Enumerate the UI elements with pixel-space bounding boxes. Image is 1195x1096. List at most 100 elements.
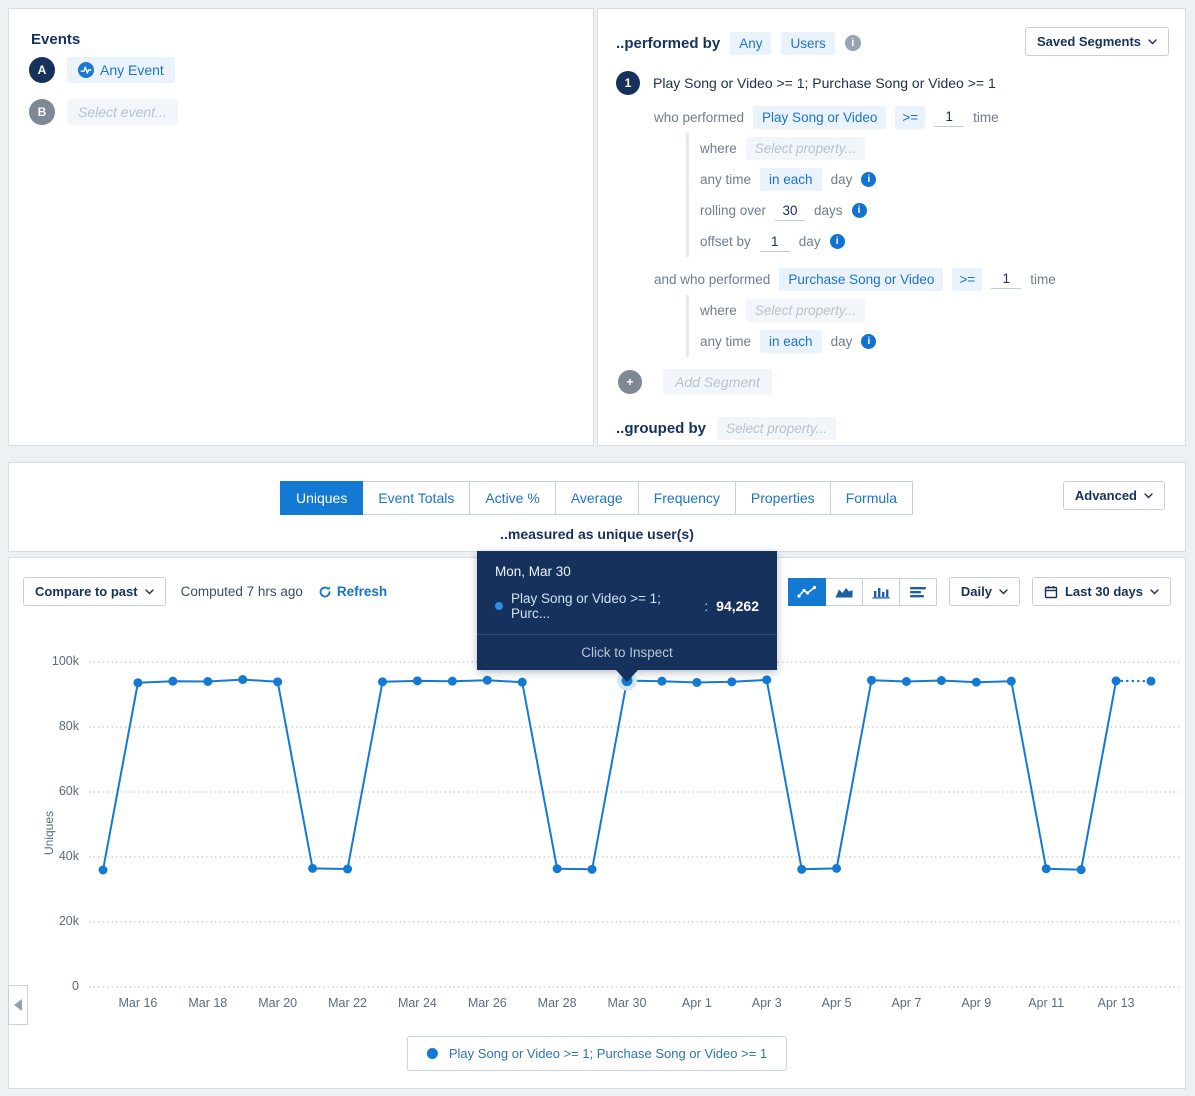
tooltip-series-dot [495, 602, 503, 610]
who-performed-count-input[interactable]: 1 [934, 107, 964, 127]
where-property-selector-2[interactable]: Select property... [746, 299, 865, 322]
who-performed-label: who performed [654, 110, 744, 125]
chart-tooltip: Mon, Mar 30 Play Song or Video >= 1; Pur… [477, 551, 777, 670]
x-tick-label: Apr 1 [662, 996, 732, 1010]
tab-properties[interactable]: Properties [735, 481, 831, 515]
rolling-over-input[interactable]: 30 [775, 201, 805, 221]
and-who-performed-operator-chip[interactable]: >= [952, 268, 982, 291]
data-point[interactable] [273, 677, 282, 686]
x-tick-label: Apr 7 [871, 996, 941, 1010]
who-performed-operator-chip[interactable]: >= [895, 106, 925, 129]
compare-to-past-button[interactable]: Compare to past [23, 577, 166, 606]
data-point[interactable] [797, 865, 806, 874]
performed-by-label: ..performed by [616, 35, 720, 52]
line-chart [89, 646, 1179, 996]
any-time-label-2: any time [700, 334, 751, 349]
grouped-by-property-selector[interactable]: Select property... [717, 417, 836, 440]
segment-users-selector[interactable]: Users [781, 32, 834, 55]
tab-active[interactable]: Active % [469, 481, 555, 515]
segment-title: Play Song or Video >= 1; Purchase Song o… [653, 75, 996, 91]
data-point[interactable] [972, 678, 981, 687]
data-point[interactable] [308, 864, 317, 873]
grouped-by-row: ..grouped by Select property... [616, 417, 1167, 440]
tab-average[interactable]: Average [555, 481, 639, 515]
data-point[interactable] [99, 866, 108, 875]
data-point[interactable] [832, 864, 841, 873]
bar-chart-icon [871, 585, 891, 599]
tab-uniques[interactable]: Uniques [280, 481, 363, 515]
any-time-info-icon-2[interactable]: i [861, 334, 876, 349]
tab-event-totals[interactable]: Event Totals [362, 481, 470, 515]
data-point[interactable] [1112, 676, 1121, 685]
clause2-subrows: where Select property... any time in eac… [686, 295, 1167, 357]
data-point[interactable] [937, 676, 946, 685]
x-tick-label: Apr 11 [1011, 996, 1081, 1010]
in-each-selector-2[interactable]: in each [760, 330, 822, 353]
data-point[interactable] [1147, 677, 1156, 686]
offset-by-input[interactable]: 1 [760, 232, 790, 252]
tooltip-inspect-button[interactable]: Click to Inspect [477, 634, 777, 670]
who-performed-event-chip[interactable]: Play Song or Video [753, 106, 886, 129]
data-point[interactable] [902, 677, 911, 686]
data-point[interactable] [343, 865, 352, 874]
offset-by-info-icon[interactable]: i [830, 234, 845, 249]
data-point[interactable] [1042, 864, 1051, 873]
data-point[interactable] [1077, 865, 1086, 874]
data-point[interactable] [727, 677, 736, 686]
tooltip-value: 94,262 [716, 598, 759, 614]
in-each-selector-1[interactable]: in each [760, 168, 822, 191]
event-selector-b[interactable]: Select event... [67, 99, 178, 125]
data-point[interactable] [588, 865, 597, 874]
computed-timestamp: Computed 7 hrs ago [181, 584, 303, 599]
add-segment-plus-icon[interactable]: + [618, 370, 642, 394]
refresh-button[interactable]: Refresh [318, 584, 387, 599]
data-point[interactable] [238, 675, 247, 684]
y-tick-label: 60k [33, 784, 79, 798]
chart-toolbar-right: Daily Last 30 days [789, 577, 1171, 606]
bar-chart-button[interactable] [862, 578, 900, 606]
data-point[interactable] [762, 675, 771, 684]
data-point[interactable] [483, 676, 492, 685]
panel-collapse-handle[interactable] [8, 985, 28, 1025]
where-property-selector-1[interactable]: Select property... [746, 137, 865, 160]
and-who-performed-event-chip[interactable]: Purchase Song or Video [779, 268, 943, 291]
saved-segments-button[interactable]: Saved Segments [1025, 27, 1169, 56]
data-point[interactable] [413, 676, 422, 685]
date-range-button[interactable]: Last 30 days [1032, 577, 1171, 606]
data-point[interactable] [133, 678, 142, 687]
tab-frequency[interactable]: Frequency [638, 481, 736, 515]
where-row-2: where Select property... [700, 295, 1167, 326]
data-point[interactable] [553, 864, 562, 873]
data-point[interactable] [518, 678, 527, 687]
data-point[interactable] [448, 677, 457, 686]
data-point[interactable] [168, 677, 177, 686]
data-point[interactable] [692, 678, 701, 687]
x-tick-label: Mar 18 [173, 996, 243, 1010]
calendar-icon [1044, 585, 1058, 599]
event-row-a: A Any Event [29, 57, 175, 83]
event-selector-a[interactable]: Any Event [67, 57, 175, 83]
rolling-over-info-icon[interactable]: i [852, 203, 867, 218]
events-title: Events [31, 31, 80, 48]
clause1-subrows: where Select property... any time in eac… [686, 133, 1167, 257]
data-point[interactable] [1007, 677, 1016, 686]
data-point[interactable] [867, 676, 876, 685]
horizontal-bar-chart-button[interactable] [899, 578, 937, 606]
chart-legend[interactable]: Play Song or Video >= 1; Purchase Song o… [407, 1036, 787, 1071]
tab-formula[interactable]: Formula [830, 481, 913, 515]
granularity-button[interactable]: Daily [949, 577, 1020, 606]
data-point[interactable] [378, 677, 387, 686]
advanced-button[interactable]: Advanced [1063, 481, 1165, 510]
series-line [103, 680, 1116, 870]
and-who-performed-count-input[interactable]: 1 [991, 269, 1021, 289]
any-time-info-icon-1[interactable]: i [861, 172, 876, 187]
data-point[interactable] [657, 677, 666, 686]
x-tick-label: Mar 26 [452, 996, 522, 1010]
area-chart-button[interactable] [825, 578, 863, 606]
users-info-icon[interactable]: i [845, 35, 861, 51]
add-segment-button[interactable]: Add Segment [663, 369, 772, 395]
data-point[interactable] [203, 677, 212, 686]
line-chart-button[interactable] [788, 578, 826, 606]
legend-series-dot [427, 1048, 438, 1059]
segment-any-selector[interactable]: Any [730, 32, 771, 55]
